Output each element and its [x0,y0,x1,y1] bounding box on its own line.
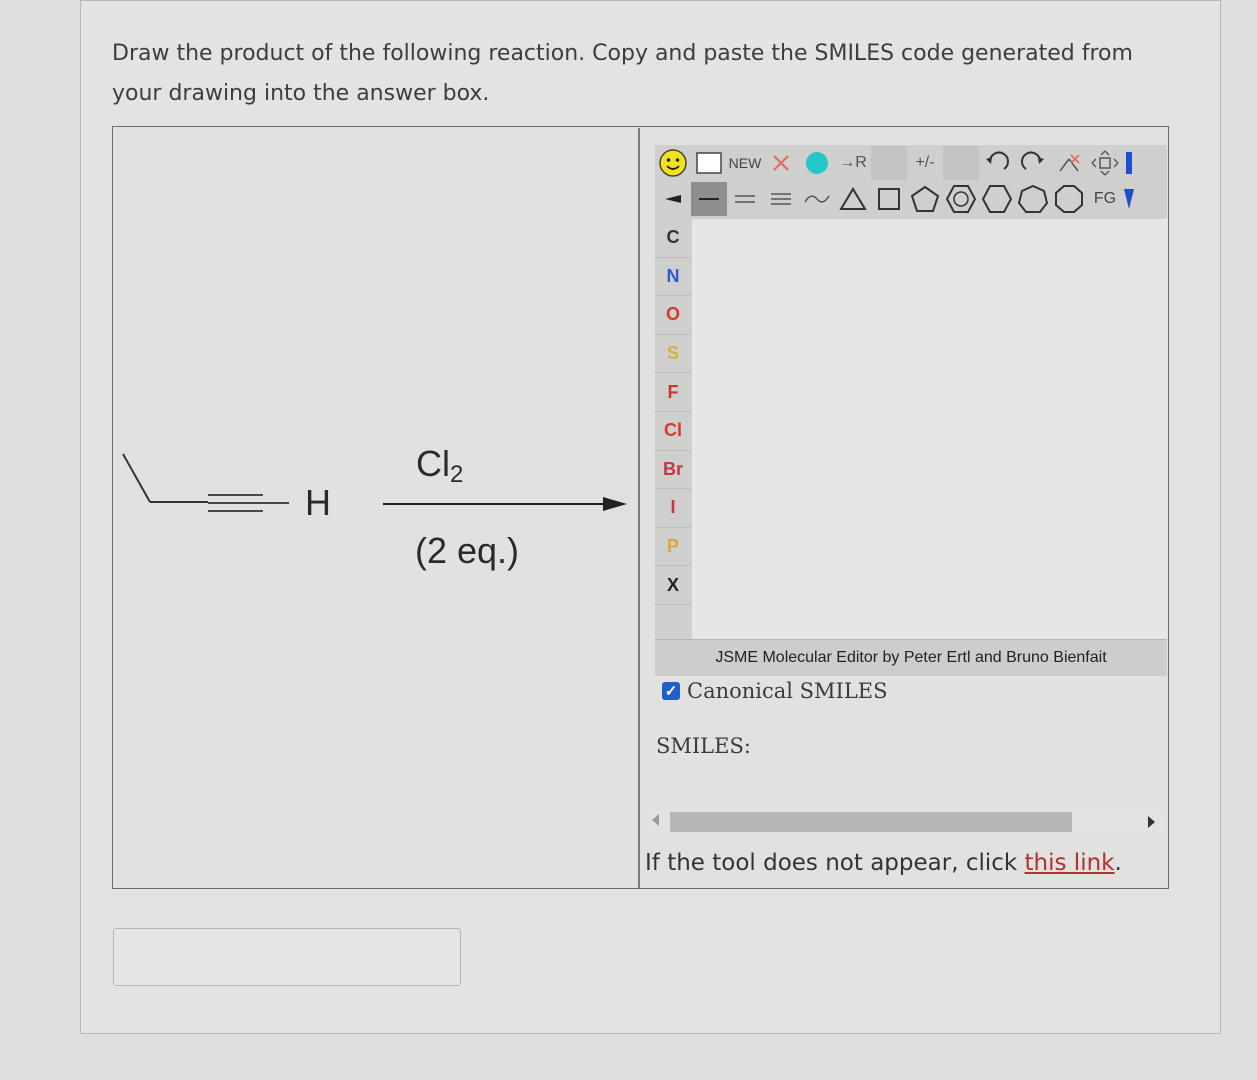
scroll-thumb[interactable] [670,812,1072,832]
reagent-main: Cl [416,443,450,484]
atom-n-button[interactable]: N [655,258,691,297]
reagent-subscript: 2 [450,461,464,488]
delete-bond-icon[interactable] [1051,146,1087,180]
jsme-bond-toolbar: FG [655,181,1135,217]
fallback-text: If the tool does not appear, click [645,850,1025,876]
atom-i-label: I [670,497,676,518]
jsme-editor[interactable]: NEW →R +/- FG C N O S F Cl Br I P X JSME… [655,145,1167,676]
charge-button[interactable]: +/- [907,146,943,180]
atom-f-button[interactable]: F [655,373,691,412]
atom-x-button[interactable]: X [655,566,691,605]
fallback-link[interactable]: this link [1025,850,1115,876]
double-bond-icon[interactable] [727,182,763,216]
reaction-drawing [122,453,627,512]
canonical-smiles-checkbox[interactable]: ✓ [662,682,680,700]
wavy-bond-icon[interactable] [799,182,835,216]
fallback-end: . [1114,850,1122,876]
reagent-equivalents: (2 eq.) [415,530,520,571]
fallback-message: If the tool does not appear, click this … [645,850,1122,876]
ring-7-icon[interactable] [1015,182,1051,216]
prompt-line-2: your drawing into the answer box. [112,81,490,106]
smiley-icon[interactable] [655,146,691,180]
atom-o-button[interactable]: O [655,296,691,335]
atom-br-button[interactable]: Br [655,451,691,490]
single-bond-icon[interactable] [691,182,727,216]
atom-i-button[interactable]: I [655,489,691,528]
smiles-scrollbar[interactable] [646,810,1164,834]
smiles-output-label: SMILES: [656,734,751,758]
answer-input[interactable] [113,928,461,986]
ring-8-icon[interactable] [1051,182,1087,216]
ring-6-icon[interactable] [979,182,1015,216]
methyl-bond [122,453,151,503]
blank-tool-1[interactable] [871,146,907,180]
benzene-icon[interactable] [943,182,979,216]
prompt-line-1: Draw the product of the following reacti… [112,41,1133,66]
atom-s-label: S [666,343,679,364]
scroll-left-arrow-icon[interactable] [652,814,659,826]
functional-group-button[interactable]: FG [1087,182,1123,216]
drawing-canvas[interactable] [692,219,1167,639]
atom-o-label: O [665,304,680,325]
ring-4-icon[interactable] [871,182,907,216]
frame-divider [638,128,640,888]
atom-s-button[interactable]: S [655,335,691,374]
atom-cl-button[interactable]: Cl [655,412,691,451]
redo-icon[interactable] [1015,146,1051,180]
canonical-smiles-option[interactable]: ✓ Canonical SMILES [662,679,888,703]
chain-icon[interactable] [655,182,691,216]
atom-cl-label: Cl [664,420,682,441]
atom-p-label: P [666,536,679,557]
atom-n-label: N [666,265,680,286]
atom-palette: C N O S F Cl Br I P X [655,219,692,605]
atom-p-button[interactable]: P [655,528,691,567]
empty-square-icon[interactable] [691,146,727,180]
toolbar-overflow-icon[interactable] [1123,146,1135,180]
question-prompt: Draw the product of the following reacti… [112,34,1172,114]
fg-dropdown-icon[interactable] [1123,182,1135,216]
triple-bond-icon[interactable] [763,182,799,216]
ring-5-icon[interactable] [907,182,943,216]
atom-f-label: F [667,381,679,402]
reaction-scheme: H Cl2 (2 eq.) [113,128,638,888]
reaction-arrow-head [603,497,627,511]
scroll-right-arrow-icon[interactable] [1148,816,1155,828]
move-icon[interactable] [1087,146,1123,180]
new-button[interactable]: NEW [727,146,763,180]
hydrogen-label: H [305,482,331,523]
atom-x-label: X [666,574,679,595]
undo-icon[interactable] [979,146,1015,180]
ring-3-icon[interactable] [835,182,871,216]
reagent-label: Cl2 [416,443,463,489]
atom-c-button[interactable]: C [655,219,691,258]
atom-br-label: Br [662,458,683,479]
mark-atom-icon[interactable] [799,146,835,180]
canonical-smiles-label: Canonical SMILES [687,679,888,703]
jsme-credit: JSME Molecular Editor by Peter Ertl and … [655,639,1167,676]
blank-tool-2[interactable] [943,146,979,180]
atom-c-label: C [666,227,680,248]
r-group-button[interactable]: →R [835,146,871,180]
delete-icon[interactable] [763,146,799,180]
jsme-top-toolbar: NEW →R +/- [655,145,1135,181]
